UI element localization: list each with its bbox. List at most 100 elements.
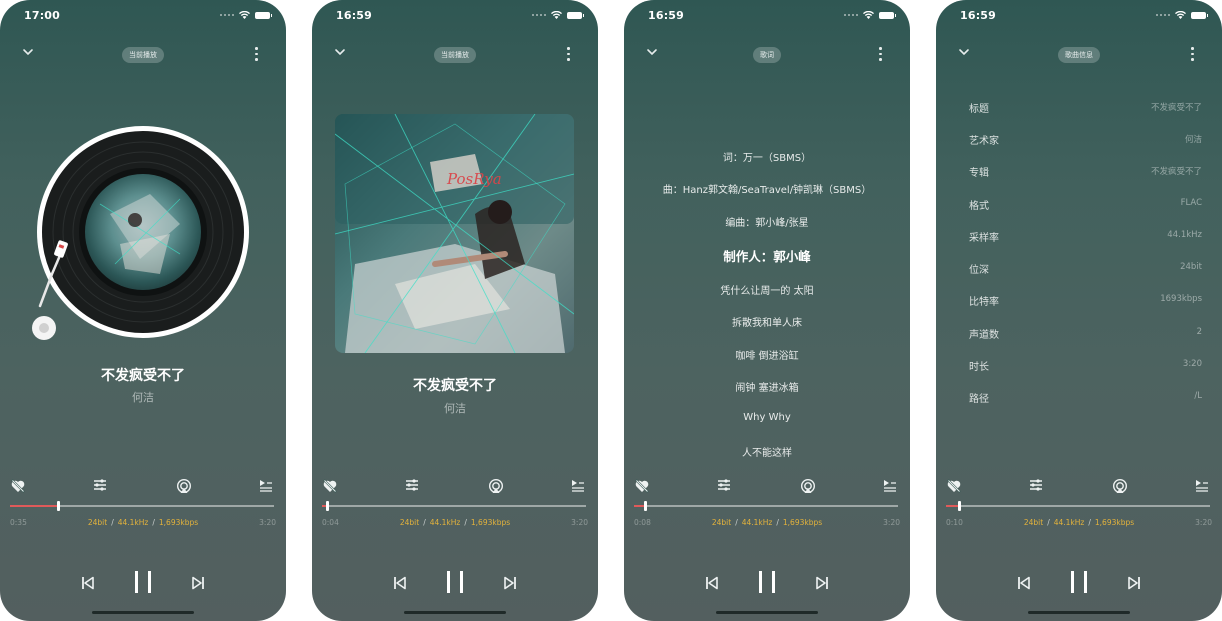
pause-icon[interactable] [132, 570, 154, 594]
song-artist[interactable]: 何洁 [0, 389, 286, 405]
next-icon[interactable] [1126, 575, 1142, 591]
play-next-queue-icon[interactable] [571, 478, 585, 492]
phone-screen-now-playing-cover: 16:59 当前播放 PosRya 不发疯受不了 何洁 0:04 24bit /… [312, 0, 598, 621]
progress-handle[interactable] [56, 501, 60, 511]
lyric-line[interactable]: 凭什么让周一的 太阳 [624, 282, 910, 297]
progress-fill [10, 505, 58, 507]
lyric-line[interactable]: 咖啡 倒进浴缸 [624, 347, 910, 362]
bitrate: 1,693kbps [1094, 518, 1135, 527]
audio-format-info: 24bit/44.1kHz/1,693kbps [1023, 518, 1135, 527]
progress-bar[interactable] [10, 501, 274, 511]
more-vertical-icon[interactable] [879, 47, 882, 64]
chevron-down-icon[interactable] [22, 47, 34, 57]
lyric-line[interactable]: 编曲：郭小峰/张星 [624, 214, 910, 229]
status-time: 17:00 [24, 9, 61, 22]
progress-handle[interactable] [326, 501, 330, 511]
lyric-line[interactable]: Why Why [624, 412, 910, 423]
chevron-down-icon[interactable] [958, 47, 970, 57]
home-indicator[interactable] [1028, 611, 1130, 614]
status-time: 16:59 [960, 9, 997, 22]
chevron-down-icon[interactable] [334, 47, 346, 57]
phone-screen-song-info: 16:59 歌曲信息 标题 不发疯受不了 艺术家 何洁 专辑 不发疯受不了 格式 FLA… [936, 0, 1222, 621]
bitrate: 1,693kbps [782, 518, 823, 527]
equalizer-icon[interactable] [405, 478, 419, 492]
previous-icon[interactable] [1016, 575, 1032, 591]
tab-label-now-playing[interactable]: 当前播放 [122, 47, 164, 63]
equalizer-icon[interactable] [717, 478, 731, 492]
info-row-title: 标题 不发疯受不了 [969, 103, 1202, 115]
home-indicator[interactable] [404, 611, 506, 614]
battery-icon [567, 11, 584, 19]
battery-icon [879, 11, 896, 19]
status-bar: 17:00 [0, 8, 286, 26]
wifi-icon [863, 11, 874, 19]
wifi-icon [551, 11, 562, 19]
play-next-queue-icon[interactable] [259, 478, 273, 492]
tab-label-now-playing[interactable]: 当前播放 [434, 47, 476, 63]
signal-dots-icon [1156, 14, 1170, 16]
airplay-icon[interactable] [176, 478, 192, 494]
equalizer-icon[interactable] [93, 478, 107, 492]
info-row-sample-rate: 采样率 44.1kHz [969, 230, 1202, 244]
progress-bar[interactable] [322, 501, 586, 511]
next-icon[interactable] [814, 575, 830, 591]
chevron-down-icon[interactable] [646, 47, 658, 57]
total-time: 3:20 [883, 518, 900, 527]
info-row-channels: 声道数 2 [969, 327, 1202, 341]
heart-off-icon[interactable] [10, 478, 26, 494]
wifi-icon [1175, 11, 1186, 19]
more-vertical-icon[interactable] [1191, 47, 1194, 64]
lyric-line[interactable]: 拆散我和单人床 [624, 314, 910, 329]
info-row-path: 路径/L [969, 391, 1202, 405]
info-row-artist: 艺术家 何洁 [969, 135, 1202, 147]
pause-icon[interactable] [444, 570, 466, 594]
tab-label-lyrics[interactable]: 歌词 [753, 47, 781, 63]
lyric-line-active[interactable]: 制作人：郭小峰 [624, 246, 910, 265]
more-vertical-icon[interactable] [255, 47, 258, 64]
pause-icon[interactable] [1068, 570, 1090, 594]
play-next-queue-icon[interactable] [1195, 478, 1209, 492]
next-icon[interactable] [502, 575, 518, 591]
song-title: 不发疯受不了 [101, 368, 185, 384]
bit-depth: 24bit [711, 518, 732, 527]
sample-rate: 44.1kHz [1053, 518, 1085, 527]
more-vertical-icon[interactable] [567, 47, 570, 64]
info-row-format: 格式 FLAC [969, 198, 1202, 212]
heart-off-icon[interactable] [322, 478, 338, 494]
total-time: 3:20 [259, 518, 276, 527]
previous-icon[interactable] [392, 575, 408, 591]
heart-off-icon[interactable] [634, 478, 650, 494]
home-indicator[interactable] [92, 611, 194, 614]
song-artist[interactable]: 何洁 [312, 400, 598, 416]
next-icon[interactable] [190, 575, 206, 591]
total-time: 3:20 [571, 518, 588, 527]
airplay-icon[interactable] [488, 478, 504, 494]
status-bar: 16:59 [936, 8, 1222, 26]
tab-label-song-info[interactable]: 歌曲信息 [1058, 47, 1100, 63]
audio-format-info: 24bit/44.1kHz/1,693kbps [711, 518, 823, 527]
phone-screen-now-playing-vinyl: 17:00 当前播放 不发疯受不了 何洁 0:35 24bit / 44.1kH… [0, 0, 286, 621]
status-bar: 16:59 [312, 8, 598, 26]
lyric-line[interactable]: 曲：Hanz郭文翰/SeaTravel/钟凯琳（SBMS） [624, 181, 910, 196]
bitrate: 1,693kbps [158, 518, 199, 527]
lyric-line[interactable]: 人不能这样 [624, 444, 910, 459]
equalizer-icon[interactable] [1029, 478, 1043, 492]
heart-off-icon[interactable] [946, 478, 962, 494]
home-indicator[interactable] [716, 611, 818, 614]
previous-icon[interactable] [80, 575, 96, 591]
pause-icon[interactable] [756, 570, 778, 594]
info-row-duration: 时长 3:20 [969, 359, 1202, 373]
lyric-line[interactable]: 闹钟 塞进冰箱 [624, 379, 910, 394]
bit-depth: 24bit [87, 518, 108, 527]
vinyl-record [32, 126, 249, 340]
play-next-queue-icon[interactable] [883, 478, 897, 492]
lyric-line[interactable]: 词：万一（SBMS） [624, 149, 910, 164]
previous-icon[interactable] [704, 575, 720, 591]
airplay-icon[interactable] [1112, 478, 1128, 494]
phone-screen-lyrics: 16:59 歌词 词：万一（SBMS） 曲：Hanz郭文翰/SeaTravel/… [624, 0, 910, 621]
airplay-icon[interactable] [800, 478, 816, 494]
progress-bar[interactable] [634, 501, 898, 511]
progress-handle[interactable] [643, 501, 647, 511]
progress-handle[interactable] [958, 501, 962, 511]
progress-bar[interactable] [946, 501, 1210, 511]
